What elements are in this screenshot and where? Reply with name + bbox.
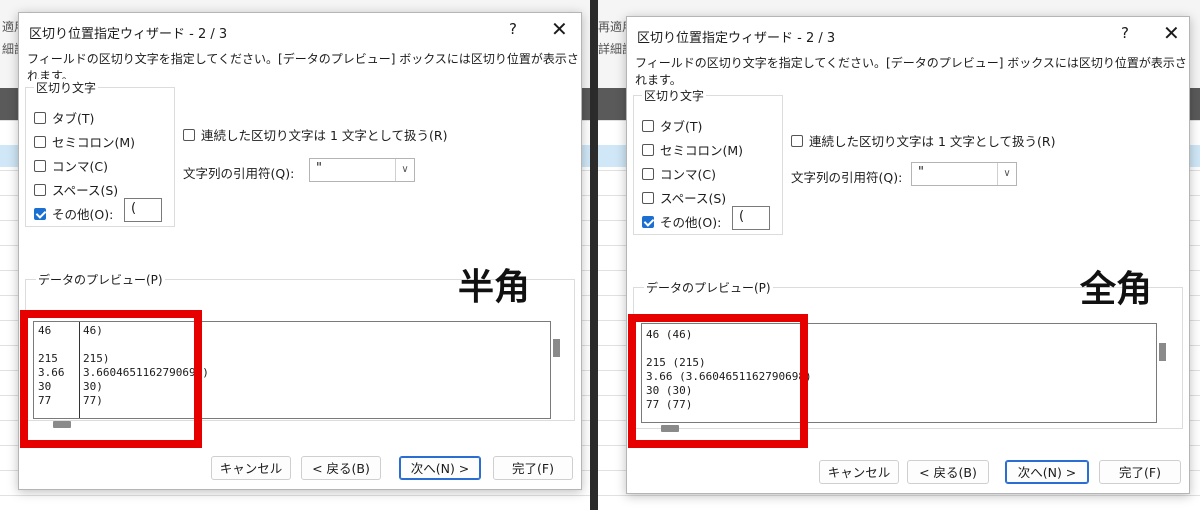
checkbox-icon	[642, 191, 654, 204]
help-button[interactable]: ?	[509, 20, 517, 38]
checkbox-label: その他(O):	[52, 207, 114, 222]
vertical-scrollbar[interactable]	[1159, 343, 1166, 361]
close-button[interactable]: ✕	[551, 17, 568, 41]
close-button[interactable]: ✕	[1163, 21, 1180, 45]
semicolon-checkbox[interactable]: セミコロン(M)	[34, 132, 135, 151]
dialog-title: 区切り位置指定ウィザード - 2 / 3	[29, 27, 228, 42]
back-button[interactable]: < 戻る(B)	[301, 456, 381, 480]
chevron-down-icon[interactable]: ∨	[395, 159, 414, 181]
checkbox-label: スペース(S)	[52, 183, 119, 198]
highlight-box	[628, 314, 808, 448]
checkbox-label: 連続した区切り文字は 1 文字として扱う(R)	[201, 128, 448, 143]
group-label: 区切り文字	[34, 79, 99, 96]
quote-label: 文字列の引用符(Q):	[183, 166, 295, 181]
other-checkbox[interactable]: その他(O):	[34, 204, 113, 223]
next-button[interactable]: 次へ(N) >	[1005, 460, 1089, 484]
consecutive-checkbox[interactable]: 連続した区切り文字は 1 文字として扱う(R)	[791, 131, 1055, 150]
checkbox-label: その他(O):	[660, 215, 722, 230]
checkbox-label: タブ(T)	[52, 111, 95, 126]
next-button[interactable]: 次へ(N) >	[399, 456, 481, 480]
checkbox-label: コンマ(C)	[52, 159, 108, 174]
other-delimiter-input[interactable]: (	[732, 206, 770, 230]
checkbox-icon	[34, 183, 46, 196]
consecutive-checkbox[interactable]: 連続した区切り文字は 1 文字として扱う(R)	[183, 125, 447, 144]
preview-label: データのプレビュー(P)	[36, 271, 165, 288]
checkbox-icon	[642, 143, 654, 156]
quote-label: 文字列の引用符(Q):	[791, 170, 903, 185]
quote-select[interactable]: " ∨	[309, 158, 415, 182]
checkbox-icon	[34, 135, 46, 148]
checkbox-label: タブ(T)	[660, 119, 703, 134]
checkbox-icon	[34, 159, 46, 172]
cancel-button[interactable]: キャンセル	[211, 456, 291, 480]
vertical-scrollbar[interactable]	[553, 339, 560, 357]
checkbox-label: コンマ(C)	[660, 167, 716, 182]
checkbox-icon	[791, 134, 803, 147]
space-checkbox[interactable]: スペース(S)	[34, 180, 118, 199]
quote-value: "	[918, 165, 924, 180]
highlight-box	[20, 310, 202, 448]
quote-value: "	[316, 161, 322, 176]
comma-checkbox[interactable]: コンマ(C)	[34, 156, 108, 175]
other-delimiter-input[interactable]: (	[124, 198, 162, 222]
checkbox-label: セミコロン(M)	[52, 135, 136, 150]
checkbox-icon	[642, 119, 654, 132]
delimiters-group: 区切り文字 タブ(T) セミコロン(M) コンマ(C) スペース(S) その他(…	[633, 87, 783, 235]
chevron-down-icon[interactable]: ∨	[997, 163, 1016, 185]
image-divider	[590, 0, 598, 510]
dialog-title: 区切り位置指定ウィザード - 2 / 3	[637, 31, 836, 46]
space-checkbox[interactable]: スペース(S)	[642, 188, 726, 207]
instruction-text: フィールドの区切り文字を指定してください。[データのプレビュー] ボックスには区…	[635, 56, 1187, 87]
delimiters-group: 区切り文字 タブ(T) セミコロン(M) コンマ(C) スペース(S) その他(…	[25, 79, 175, 227]
other-checkbox[interactable]: その他(O):	[642, 212, 721, 231]
finish-button[interactable]: 完了(F)	[1099, 460, 1181, 484]
group-label: 区切り文字	[642, 87, 707, 104]
comma-checkbox[interactable]: コンマ(C)	[642, 164, 716, 183]
checkbox-checked-icon	[34, 207, 46, 220]
annotation-label: 全角	[1080, 269, 1153, 310]
semicolon-checkbox[interactable]: セミコロン(M)	[642, 140, 743, 159]
checkbox-label: スペース(S)	[660, 191, 727, 206]
checkbox-icon	[34, 111, 46, 124]
quote-select[interactable]: " ∨	[911, 162, 1017, 186]
checkbox-checked-icon	[642, 215, 654, 228]
annotation-label: 半角	[458, 267, 531, 308]
checkbox-icon	[642, 167, 654, 180]
tab-checkbox[interactable]: タブ(T)	[34, 108, 94, 127]
checkbox-icon	[183, 128, 195, 141]
back-button[interactable]: < 戻る(B)	[907, 460, 989, 484]
finish-button[interactable]: 完了(F)	[493, 456, 573, 480]
tab-checkbox[interactable]: タブ(T)	[642, 116, 702, 135]
checkbox-label: セミコロン(M)	[660, 143, 744, 158]
preview-label: データのプレビュー(P)	[644, 279, 773, 296]
cancel-button[interactable]: キャンセル	[819, 460, 899, 484]
checkbox-label: 連続した区切り文字は 1 文字として扱う(R)	[809, 134, 1056, 149]
help-button[interactable]: ?	[1121, 24, 1129, 42]
instruction-text: フィールドの区切り文字を指定してください。[データのプレビュー] ボックスには区…	[27, 52, 579, 83]
